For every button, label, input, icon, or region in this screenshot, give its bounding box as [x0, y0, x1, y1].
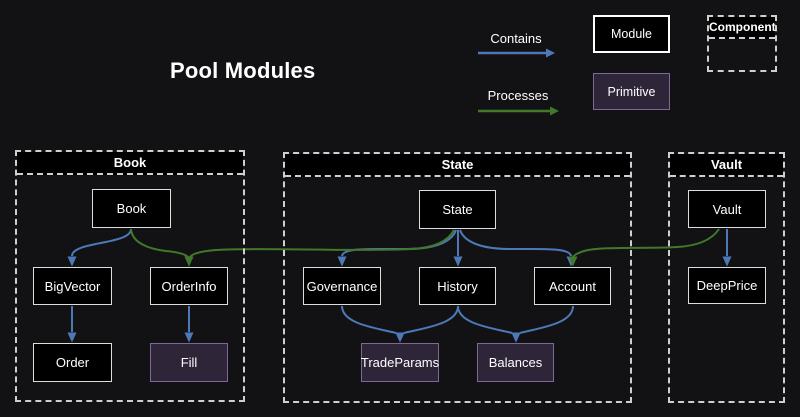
node-state-node: State: [419, 190, 496, 229]
node-deepprice: DeepPrice: [688, 267, 766, 304]
node-orderinfo: OrderInfo: [150, 267, 228, 305]
node-order: Order: [33, 343, 112, 382]
legend-component-sample: Component: [707, 15, 777, 72]
contains-arrow-icon: [477, 47, 559, 59]
legend-primitive-label: Primitive: [608, 85, 656, 99]
node-history: History: [419, 267, 496, 305]
legend-contains-label: Contains: [476, 31, 556, 46]
cluster-vault-title: Vault: [670, 154, 783, 177]
node-governance: Governance: [303, 267, 381, 305]
node-vault-node: Vault: [688, 190, 766, 228]
legend-module-sample: Module: [593, 15, 670, 53]
node-book-node: Book: [92, 189, 171, 228]
cluster-book-title: Book: [17, 152, 243, 175]
cluster-state-title: State: [285, 154, 630, 177]
pool-modules-diagram: Book State Vault Book BigVector OrderInfo Orde…: [0, 0, 800, 417]
node-balances: Balances: [477, 343, 554, 382]
node-account: Account: [534, 267, 611, 305]
legend-primitive-sample: Primitive: [593, 73, 670, 110]
node-tradeparams: TradeParams: [361, 343, 439, 382]
legend-module-label: Module: [611, 27, 652, 41]
legend-processes-label: Processes: [478, 88, 558, 103]
processes-arrow-icon: [477, 105, 563, 117]
page-title: Pool Modules: [170, 58, 315, 84]
node-bigvector: BigVector: [33, 267, 112, 305]
node-fill: Fill: [150, 343, 228, 382]
legend-component-label: Component: [709, 17, 775, 39]
